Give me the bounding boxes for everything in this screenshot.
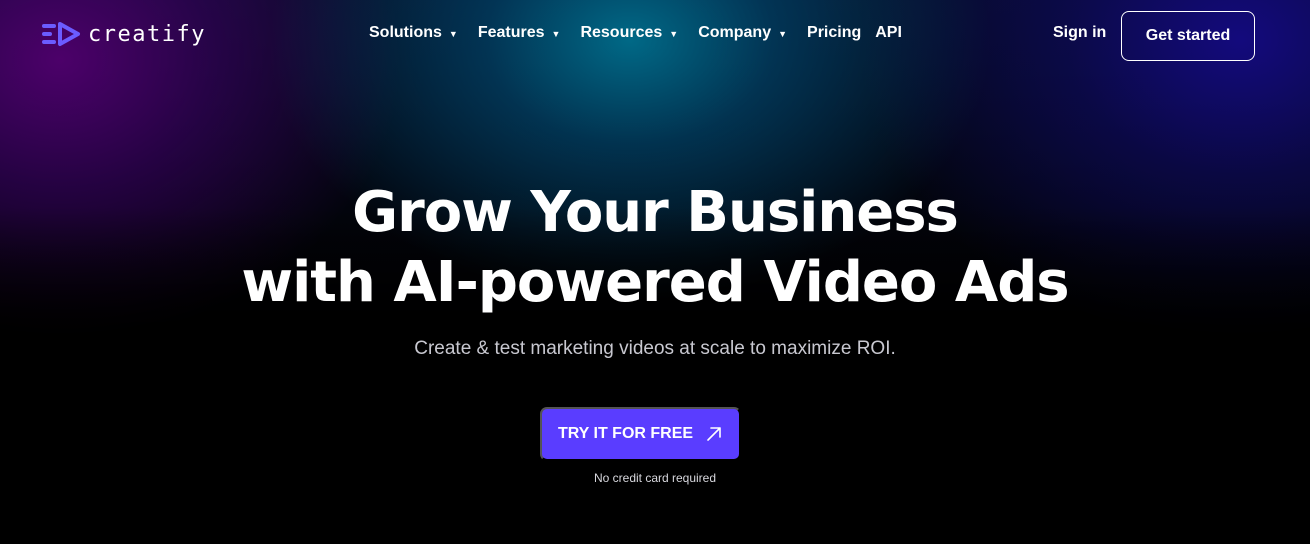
nav-pricing-label: Pricing <box>807 24 862 41</box>
nav-company[interactable]: Company ▼ <box>698 24 787 42</box>
nav-features[interactable]: Features ▼ <box>478 24 561 42</box>
arrow-up-right-icon <box>707 427 721 441</box>
nav-solutions-label: Solutions <box>369 24 442 41</box>
hero-title-line-2: with AI-powered Video Ads <box>241 250 1069 315</box>
get-started-button[interactable]: Get started <box>1121 11 1255 61</box>
caret-down-icon: ▼ <box>551 29 561 39</box>
nav-resources[interactable]: Resources ▼ <box>580 24 678 42</box>
caret-down-icon: ▼ <box>448 29 458 39</box>
hero-title: Grow Your Business with AI-powered Video… <box>0 178 1310 318</box>
try-free-button[interactable]: TRY IT FOR FREE <box>540 407 741 461</box>
nav-company-label: Company <box>698 24 772 41</box>
logo-text: creatify <box>88 21 206 47</box>
nav-resources-label: Resources <box>580 24 663 41</box>
caret-down-icon: ▼ <box>669 29 679 39</box>
try-free-label: TRY IT FOR FREE <box>557 425 694 442</box>
nav-api[interactable]: API <box>875 24 902 42</box>
creatify-logo[interactable]: creatify <box>42 20 206 48</box>
nav-features-label: Features <box>477 24 545 41</box>
nav-pricing[interactable]: Pricing <box>807 24 861 42</box>
logo-mark-icon <box>42 22 80 46</box>
no-credit-card-note: No credit card required <box>593 471 717 485</box>
main-nav: Solutions ▼ Features ▼ Resources ▼ Compa… <box>369 24 916 42</box>
hero-title-line-1: Grow Your Business <box>352 180 959 245</box>
sign-in-link[interactable]: Sign in <box>1053 24 1106 42</box>
caret-down-icon: ▼ <box>778 29 788 39</box>
hero-section: Grow Your Business with AI-powered Video… <box>0 178 1310 318</box>
site-header: creatify Solutions ▼ Features ▼ Resource… <box>0 0 1310 70</box>
nav-solutions[interactable]: Solutions ▼ <box>369 24 458 42</box>
hero-subtitle: Create & test marketing videos at scale … <box>414 338 896 359</box>
nav-api-label: API <box>875 24 902 41</box>
